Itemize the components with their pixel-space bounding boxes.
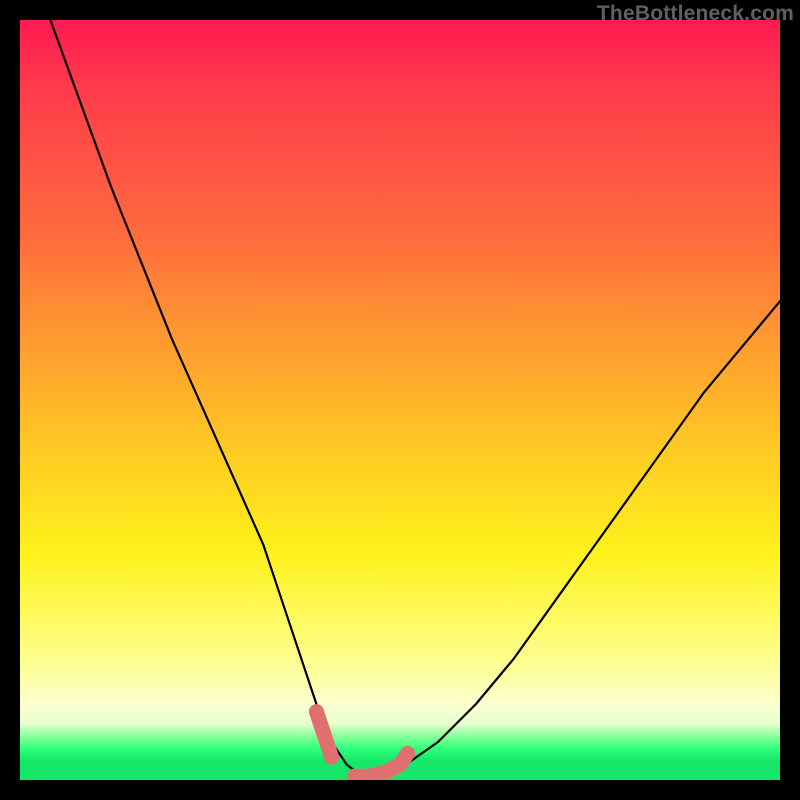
bottleneck-curve bbox=[50, 20, 780, 776]
marker-bottom-run bbox=[354, 753, 407, 776]
chart-frame: TheBottleneck.com bbox=[0, 0, 800, 800]
plot-area bbox=[20, 20, 780, 780]
marker-left-run bbox=[316, 712, 331, 758]
curve-layer bbox=[20, 20, 780, 780]
